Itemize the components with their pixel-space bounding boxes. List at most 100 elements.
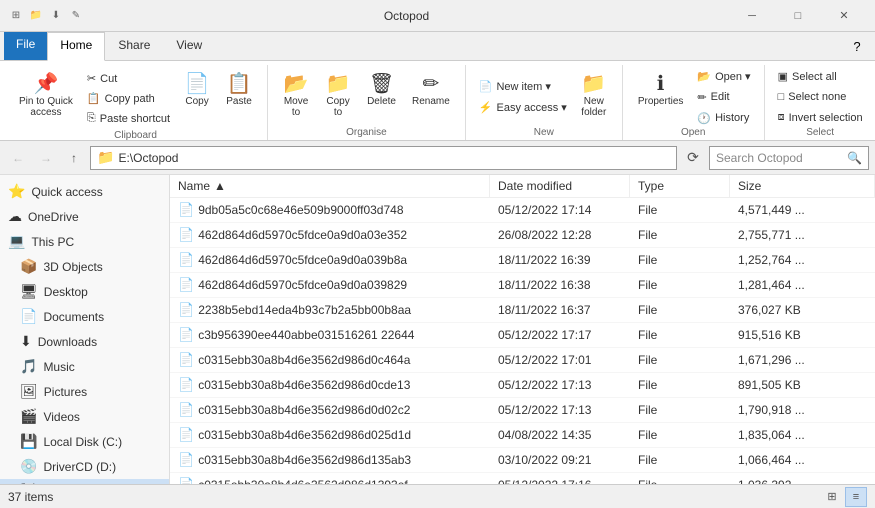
- up-button[interactable]: ↑: [62, 146, 86, 170]
- paste-button[interactable]: 📋 Paste: [219, 69, 259, 125]
- item-count: 37 items: [8, 490, 53, 504]
- table-row[interactable]: 📄 9db05a5c0c68e46e509b9000ff03d748 05/12…: [170, 198, 875, 223]
- file-icon: 📄: [178, 377, 194, 393]
- file-date-cell: 05/12/2022 17:14: [490, 201, 630, 219]
- table-row[interactable]: 📄 c0315ebb30a8b4d6e3562d986d0d02c2 05/12…: [170, 398, 875, 423]
- sidebar-item-onedrive[interactable]: ☁ OneDrive: [0, 204, 169, 229]
- new-folder-button[interactable]: 📁 New folder: [574, 69, 614, 125]
- tab-view[interactable]: View: [163, 32, 215, 60]
- sidebar-item-videos[interactable]: 🎬 Videos: [0, 404, 169, 429]
- file-date-cell: 18/11/2022 16:39: [490, 251, 630, 269]
- file-list[interactable]: Name ▲ Date modified Type Size 📄 9db05a5…: [170, 175, 875, 484]
- details-view-button[interactable]: ≡: [845, 487, 867, 507]
- table-row[interactable]: 📄 c0315ebb30a8b4d6e3562d986d025d1d 04/08…: [170, 423, 875, 448]
- file-type-cell: File: [630, 376, 730, 394]
- file-size-cell: 915,516 KB: [730, 326, 875, 344]
- address-bar[interactable]: 📁 E:\Octopod: [90, 146, 677, 170]
- paste-shortcut-button[interactable]: ⎘ Paste shortcut: [82, 109, 175, 128]
- title-bar-icons: ⊞ 📁 ⬇ ✎: [8, 8, 84, 24]
- table-row[interactable]: 📄 2238b5ebd14eda4b93c7b2a5bb00b8aa 18/11…: [170, 298, 875, 323]
- history-icon: 🕐: [697, 112, 711, 125]
- sidebar-item-documents[interactable]: 📄 Documents: [0, 304, 169, 329]
- search-bar[interactable]: Search Octopod 🔍: [709, 146, 869, 170]
- sidebar-item-music[interactable]: 🎵 Music: [0, 354, 169, 379]
- sidebar-item-3d-objects[interactable]: 📦 3D Objects: [0, 254, 169, 279]
- file-name-cell: 📄 2238b5ebd14eda4b93c7b2a5bb00b8aa: [170, 300, 490, 320]
- file-type-cell: File: [630, 226, 730, 244]
- select-none-button[interactable]: □ Select none: [773, 88, 868, 106]
- file-icon: 📄: [178, 327, 194, 343]
- table-row[interactable]: 📄 c0315ebb30a8b4d6e3562d986d0c464a 05/12…: [170, 348, 875, 373]
- file-date-cell: 04/08/2022 14:35: [490, 426, 630, 444]
- copy-button[interactable]: 📄 Copy: [177, 69, 217, 125]
- sidebar-item-downloads[interactable]: ⬇ Downloads: [0, 329, 169, 354]
- easy-access-button[interactable]: ⚡ Easy access ▾: [474, 98, 572, 117]
- tab-file[interactable]: File: [4, 32, 47, 60]
- table-row[interactable]: 📄 c0315ebb30a8b4d6e3562d986d1393ef 05/12…: [170, 473, 875, 484]
- pictures-icon: 🖼: [20, 383, 38, 400]
- minimize-button[interactable]: ─: [729, 0, 775, 32]
- close-button[interactable]: ✕: [821, 0, 867, 32]
- file-name-cell: 📄 c0315ebb30a8b4d6e3562d986d0cde13: [170, 375, 490, 395]
- large-icons-view-button[interactable]: ⊞: [821, 487, 843, 507]
- tab-share[interactable]: Share: [105, 32, 163, 60]
- table-row[interactable]: 📄 462d864d6d5970c5fdce0a9d0a039829 18/11…: [170, 273, 875, 298]
- sidebar-item-pictures[interactable]: 🖼 Pictures: [0, 379, 169, 404]
- quick-access-icon[interactable]: 📁: [28, 8, 44, 24]
- rename-icon: ✏: [422, 74, 439, 94]
- file-icon: 📄: [178, 427, 194, 443]
- open-buttons: ℹ Properties 📂 Open ▾ ✏ Edit 🕐 History: [631, 65, 756, 125]
- table-row[interactable]: 📄 c0315ebb30a8b4d6e3562d986d135ab3 03/10…: [170, 448, 875, 473]
- sidebar-item-driver-cd-d[interactable]: 💿 DriverCD (D:): [0, 454, 169, 479]
- window-icon: ⊞: [8, 8, 24, 24]
- column-header-name[interactable]: Name ▲: [170, 175, 490, 197]
- help-button[interactable]: ?: [843, 32, 871, 60]
- delete-button[interactable]: 🗑 Delete: [360, 69, 403, 125]
- move-to-button[interactable]: 📂 Move to: [276, 69, 316, 125]
- sidebar-item-quick-access[interactable]: ⭐ Quick access: [0, 179, 169, 204]
- new-item-button[interactable]: 📄 New item ▾: [474, 77, 572, 96]
- file-icon: 📄: [178, 477, 194, 484]
- ribbon-clipboard-group: 📌 Pin to Quick access ✂ Cut 📋 Copy path …: [4, 65, 268, 140]
- file-size-cell: 1,252,764 ...: [730, 251, 875, 269]
- sidebar-item-local-disk-c[interactable]: 💾 Local Disk (C:): [0, 429, 169, 454]
- rename-button[interactable]: ✏ Rename: [405, 69, 457, 125]
- sidebar-item-desktop[interactable]: 🖥 Desktop: [0, 279, 169, 304]
- open-button[interactable]: 📂 Open ▾: [692, 67, 755, 86]
- copy-to-icon: 📁: [326, 74, 351, 94]
- back-button[interactable]: ←: [6, 146, 30, 170]
- table-row[interactable]: 📄 462d864d6d5970c5fdce0a9d0a039b8a 18/11…: [170, 248, 875, 273]
- sidebar-item-this-pc[interactable]: 💻 This PC: [0, 229, 169, 254]
- copy-path-button[interactable]: 📋 Copy path: [82, 89, 175, 108]
- pin-quick-access-button[interactable]: 📌 Pin to Quick access: [12, 69, 80, 125]
- cut-button[interactable]: ✂ Cut: [82, 69, 175, 88]
- new-buttons: 📄 New item ▾ ⚡ Easy access ▾ 📁 New folde…: [474, 65, 614, 125]
- 3d-objects-icon: 📦: [20, 258, 37, 275]
- properties-icon[interactable]: ✎: [68, 8, 84, 24]
- copy-to-button[interactable]: 📁 Copy to: [318, 69, 358, 125]
- file-size-cell: 1,790,918 ...: [730, 401, 875, 419]
- forward-button[interactable]: →: [34, 146, 58, 170]
- downloads-icon: ⬇: [20, 333, 32, 350]
- refresh-button[interactable]: ⟳: [681, 146, 705, 170]
- column-header-date[interactable]: Date modified: [490, 175, 630, 197]
- table-row[interactable]: 📄 c0315ebb30a8b4d6e3562d986d0cde13 05/12…: [170, 373, 875, 398]
- table-row[interactable]: 📄 c3b956390ee440abbe031516261 22644 05/1…: [170, 323, 875, 348]
- edit-button[interactable]: ✏ Edit: [692, 88, 755, 107]
- select-all-button[interactable]: ▣ Select all: [773, 67, 868, 86]
- sidebar-item-data-e[interactable]: 💾 Data (E:): [0, 479, 169, 484]
- tab-home[interactable]: Home: [47, 32, 105, 61]
- select-buttons: ▣ Select all □ Select none ⧈ Invert sele…: [773, 65, 868, 125]
- file-date-cell: 05/12/2022 17:16: [490, 476, 630, 484]
- file-size-cell: 891,505 KB: [730, 376, 875, 394]
- maximize-button[interactable]: □: [775, 0, 821, 32]
- file-name-cell: 📄 462d864d6d5970c5fdce0a9d0a039829: [170, 275, 490, 295]
- file-icon: 📄: [178, 302, 194, 318]
- column-header-size[interactable]: Size: [730, 175, 875, 197]
- table-row[interactable]: 📄 462d864d6d5970c5fdce0a9d0a03e352 26/08…: [170, 223, 875, 248]
- properties-button[interactable]: ℹ Properties: [631, 69, 691, 125]
- column-header-type[interactable]: Type: [630, 175, 730, 197]
- recent-icon[interactable]: ⬇: [48, 8, 64, 24]
- file-size-cell: 376,027 KB: [730, 301, 875, 319]
- copy-path-icon: 📋: [87, 92, 101, 105]
